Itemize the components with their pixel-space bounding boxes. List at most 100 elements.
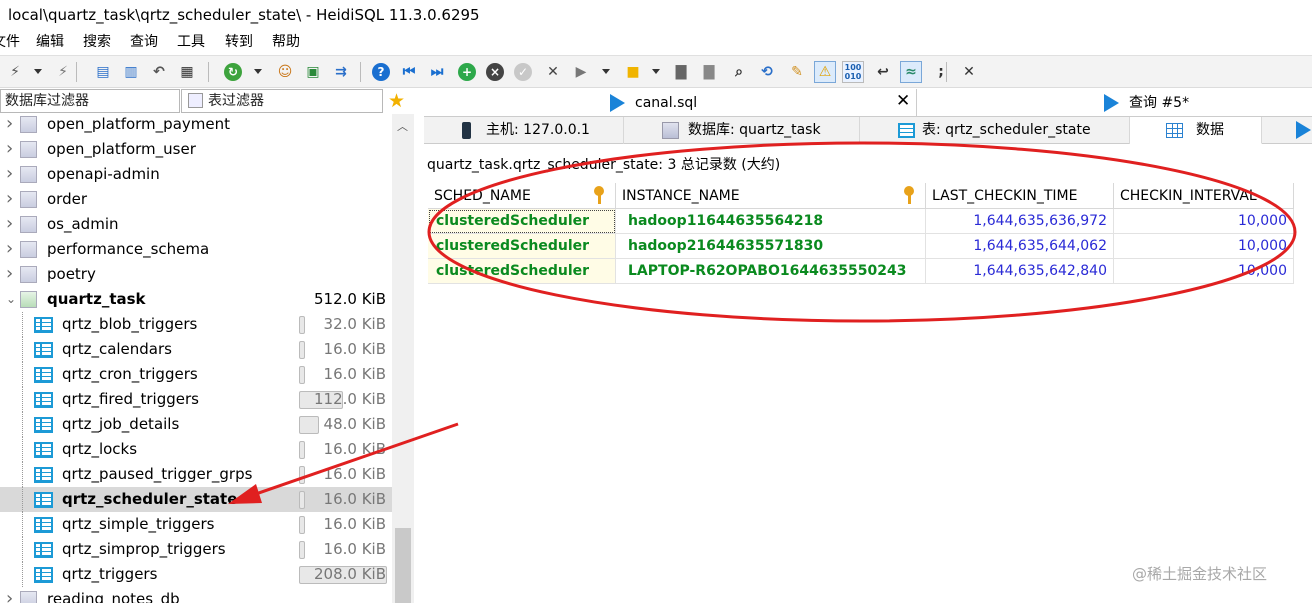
- tree-item-database[interactable]: › poetry: [0, 262, 392, 287]
- database-filter-input[interactable]: 数据库过滤器: [0, 89, 180, 113]
- menu-item-3[interactable]: 查询: [130, 30, 158, 54]
- chevron-right-icon[interactable]: ›: [6, 161, 13, 186]
- print-icon[interactable]: ▦: [176, 61, 198, 83]
- chevron-right-icon[interactable]: ›: [6, 261, 13, 286]
- tab-query-5[interactable]: 查询 #5*: [1104, 89, 1189, 117]
- column-header[interactable]: INSTANCE_NAME: [616, 183, 926, 209]
- grid-cell[interactable]: clusteredScheduler: [428, 234, 616, 259]
- grid-cell[interactable]: 10,000: [1114, 234, 1294, 259]
- tree-item-table[interactable]: qrtz_fired_triggers 112.0 KiB: [0, 387, 392, 412]
- folder-dropdown[interactable]: [652, 69, 660, 74]
- tree-item-table[interactable]: qrtz_calendars 16.0 KiB: [0, 337, 392, 362]
- size-bar: [299, 316, 305, 334]
- save-db-icon[interactable]: ▇: [698, 61, 720, 83]
- grid-cell[interactable]: LAPTOP-R62OPABO1644635550243: [616, 259, 926, 284]
- tree-item-database[interactable]: › open_platform_payment: [0, 114, 392, 137]
- tab-table[interactable]: 表: qrtz_scheduler_state: [860, 117, 1130, 144]
- grid-cell[interactable]: hadoop11644635564218: [616, 209, 926, 234]
- refresh-icon[interactable]: ↻: [222, 61, 244, 83]
- find-icon[interactable]: ⌕: [728, 61, 750, 83]
- tree-item-database[interactable]: › order: [0, 187, 392, 212]
- tree-item-table[interactable]: qrtz_triggers 208.0 KiB: [0, 562, 392, 587]
- tab-scroll-right-icon[interactable]: [1296, 121, 1311, 139]
- delete-icon[interactable]: ×: [484, 61, 506, 83]
- scroll-up-icon[interactable]: ︿: [397, 118, 408, 134]
- check-icon[interactable]: ✓: [512, 61, 534, 83]
- replace-icon[interactable]: ⟲: [756, 61, 778, 83]
- menu-item-0[interactable]: 文件: [0, 30, 20, 54]
- tree-item-table[interactable]: qrtz_simprop_triggers 16.0 KiB: [0, 537, 392, 562]
- grid-cell[interactable]: 10,000: [1114, 209, 1294, 234]
- menu-item-4[interactable]: 工具: [177, 30, 205, 54]
- plug-icon[interactable]: ⚡: [4, 61, 26, 83]
- tree-item-table[interactable]: qrtz_cron_triggers 16.0 KiB: [0, 362, 392, 387]
- tree-item-table[interactable]: qrtz_paused_trigger_grps 16.0 KiB: [0, 462, 392, 487]
- tree-scrollbar-thumb[interactable]: [395, 528, 411, 603]
- grid-cell[interactable]: 1,644,635,636,972: [926, 209, 1114, 234]
- tree-item-database[interactable]: › reading_notes_db: [0, 587, 392, 603]
- paste-icon[interactable]: ▥: [120, 61, 142, 83]
- copy-icon[interactable]: ▤: [92, 61, 114, 83]
- column-header[interactable]: CHECKIN_INTERVAL: [1114, 183, 1294, 209]
- tree-item-database[interactable]: › openapi-admin: [0, 162, 392, 187]
- menu-item-2[interactable]: 搜索: [83, 30, 111, 54]
- chevron-right-icon[interactable]: ›: [6, 186, 13, 211]
- menu-item-5[interactable]: 转到: [225, 30, 253, 54]
- warning-icon[interactable]: ⚠: [814, 61, 836, 83]
- tree-item-active-db[interactable]: ⌄ quartz_task 512.0 KiB: [0, 287, 392, 312]
- chevron-right-icon[interactable]: ›: [6, 236, 13, 261]
- run-dropdown[interactable]: [602, 69, 610, 74]
- tab-host[interactable]: 主机: 127.0.0.1: [424, 117, 624, 144]
- refresh-dropdown[interactable]: [254, 69, 262, 74]
- binary-icon[interactable]: 100 010: [842, 61, 864, 83]
- tree-item-table[interactable]: qrtz_blob_triggers 32.0 KiB: [0, 312, 392, 337]
- semicolon-icon[interactable]: ;: [930, 61, 952, 83]
- tree-item-table[interactable]: qrtz_simple_triggers 16.0 KiB: [0, 512, 392, 537]
- tab-data[interactable]: 数据: [1130, 117, 1262, 144]
- tree-item-table[interactable]: qrtz_locks 16.0 KiB: [0, 437, 392, 462]
- run-icon[interactable]: ▶: [570, 61, 592, 83]
- folder-icon[interactable]: ■: [622, 61, 644, 83]
- chevron-down-icon[interactable]: ⌄: [6, 287, 16, 312]
- grid-cell[interactable]: hadoop21644635571830: [616, 234, 926, 259]
- menu-item-6[interactable]: 帮助: [272, 30, 300, 54]
- format-icon[interactable]: ≈: [900, 61, 922, 83]
- close-icon[interactable]: ✕: [958, 61, 980, 83]
- close-tab-icon[interactable]: ✕: [896, 91, 910, 111]
- undo-icon[interactable]: ↶: [148, 61, 170, 83]
- users-icon[interactable]: ☺: [274, 61, 296, 83]
- column-header[interactable]: LAST_CHECKIN_TIME: [926, 183, 1114, 209]
- last-icon[interactable]: ⏭: [426, 61, 448, 83]
- disconnect-icon[interactable]: ⚡: [52, 61, 74, 83]
- chevron-right-icon[interactable]: ›: [6, 136, 13, 161]
- tab-canal-sql[interactable]: canal.sql: [610, 89, 697, 117]
- menu-item-1[interactable]: 编辑: [36, 30, 64, 54]
- plug-dropdown[interactable]: [34, 69, 42, 74]
- grid-cell[interactable]: clusteredScheduler: [428, 259, 616, 284]
- export-csv-icon[interactable]: ▣: [302, 61, 324, 83]
- grid-cell[interactable]: 1,644,635,642,840: [926, 259, 1114, 284]
- grid-cell[interactable]: 10,000: [1114, 259, 1294, 284]
- sync-icon[interactable]: ⇉: [330, 61, 352, 83]
- clean-icon[interactable]: ✎: [786, 61, 808, 83]
- column-header[interactable]: SCHED_NAME: [428, 183, 616, 209]
- chevron-right-icon[interactable]: ›: [6, 114, 13, 136]
- chevron-right-icon[interactable]: ›: [6, 211, 13, 236]
- first-icon[interactable]: ⏮: [398, 61, 420, 83]
- table-filter-input[interactable]: 表过滤器: [181, 89, 383, 113]
- grid-cell[interactable]: clusteredScheduler: [428, 209, 616, 234]
- tree-item-table[interactable]: qrtz_job_details 48.0 KiB: [0, 412, 392, 437]
- tree-item-database[interactable]: › os_admin: [0, 212, 392, 237]
- chevron-right-icon[interactable]: ›: [6, 586, 13, 603]
- tab-database[interactable]: 数据库: quartz_task: [624, 117, 860, 144]
- favorites-star-icon[interactable]: ★: [388, 90, 405, 112]
- wrap-icon[interactable]: ↩: [872, 61, 894, 83]
- tree-item-database[interactable]: › performance_schema: [0, 237, 392, 262]
- grid-cell[interactable]: 1,644,635,644,062: [926, 234, 1114, 259]
- cancel-icon[interactable]: ✕: [542, 61, 564, 83]
- tree-item-table[interactable]: qrtz_scheduler_state 16.0 KiB: [0, 487, 392, 512]
- save-icon[interactable]: ▇: [670, 61, 692, 83]
- tree-item-database[interactable]: › open_platform_user: [0, 137, 392, 162]
- help-icon[interactable]: ?: [370, 61, 392, 83]
- add-icon[interactable]: +: [456, 61, 478, 83]
